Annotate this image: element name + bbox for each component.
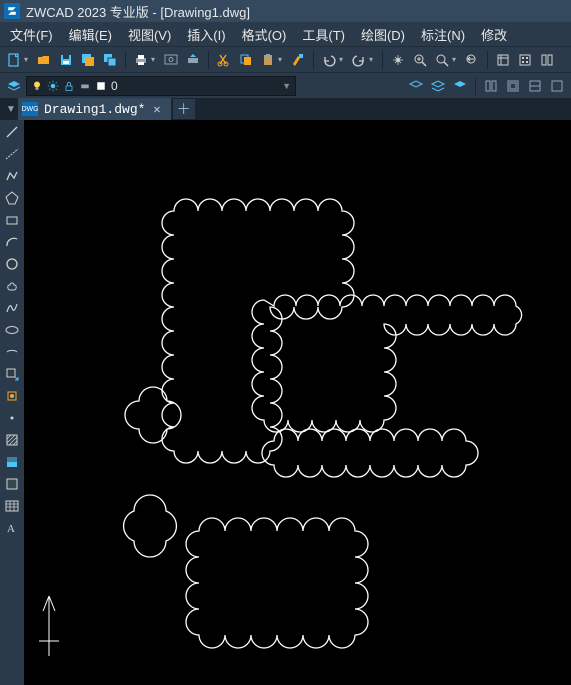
construction-line-icon[interactable] (2, 144, 22, 164)
new-icon[interactable] (4, 50, 24, 70)
app-logo (4, 3, 20, 19)
zoom-previous-icon[interactable] (462, 50, 482, 70)
menu-view[interactable]: 视图(V) (120, 22, 179, 47)
gradient-icon[interactable] (2, 452, 22, 472)
dwg-file-icon: DWG (22, 102, 38, 116)
cut-icon[interactable] (214, 50, 234, 70)
layer-manager-icon[interactable] (4, 76, 24, 96)
new-tab-button[interactable]: ＋ (173, 99, 195, 119)
menu-draw[interactable]: 绘图(D) (353, 22, 413, 47)
color-swatch-icon (95, 80, 107, 92)
tab-filename: Drawing1.dwg* (44, 102, 145, 117)
match-prop-icon[interactable] (288, 50, 308, 70)
menu-insert[interactable]: 插入(I) (179, 22, 233, 47)
paste-icon[interactable] (258, 50, 278, 70)
spline-icon[interactable] (2, 298, 22, 318)
pan-icon[interactable] (388, 50, 408, 70)
dropdown-icon[interactable]: ▾ (369, 55, 377, 64)
layer-combo[interactable]: 0 ▼ (26, 76, 296, 96)
zoom-window-icon[interactable] (432, 50, 452, 70)
menu-file[interactable]: 文件(F) (2, 22, 61, 47)
revcloud-icon[interactable] (2, 276, 22, 296)
circle-icon[interactable] (2, 254, 22, 274)
dropdown-icon[interactable]: ▾ (151, 55, 159, 64)
draw-toolbar: A (0, 120, 24, 685)
dropdown-icon[interactable]: ▾ (24, 55, 32, 64)
menu-modify[interactable]: 修改 (473, 22, 515, 47)
copy-icon[interactable] (236, 50, 256, 70)
open-icon[interactable] (34, 50, 54, 70)
svg-text:A: A (7, 523, 15, 535)
saveas-icon[interactable] (78, 50, 98, 70)
undo-icon[interactable] (319, 50, 339, 70)
layer-freeze-icon[interactable] (450, 76, 470, 96)
main-area: A (0, 120, 571, 685)
print-layer-icon (79, 80, 91, 92)
make-block-icon[interactable] (2, 386, 22, 406)
menu-format[interactable]: 格式(O) (234, 22, 295, 47)
menu-tools[interactable]: 工具(T) (294, 22, 353, 47)
document-tab[interactable]: DWG Drawing1.dwg* ✕ (18, 98, 171, 120)
dropdown-icon[interactable]: ▾ (278, 55, 286, 64)
polygon-icon[interactable] (2, 188, 22, 208)
ucs-icon (39, 596, 59, 656)
saveall-icon[interactable] (100, 50, 120, 70)
line-icon[interactable] (2, 122, 22, 142)
sun-icon (47, 80, 59, 92)
bulb-icon (31, 80, 43, 92)
dropdown-icon[interactable]: ▾ (339, 55, 347, 64)
arc-icon[interactable] (2, 232, 22, 252)
ellipse-icon[interactable] (2, 320, 22, 340)
layer-toolbar: 0 ▼ (0, 72, 571, 98)
save-icon[interactable] (56, 50, 76, 70)
drawing-canvas[interactable] (24, 120, 571, 685)
dropdown-icon[interactable]: ▾ (452, 55, 460, 64)
tool-palette-icon[interactable] (537, 50, 557, 70)
close-tab-icon[interactable]: ✕ (151, 102, 162, 117)
layer-off-icon[interactable] (428, 76, 448, 96)
design-center-icon[interactable] (515, 50, 535, 70)
window-title: ZWCAD 2023 专业版 - [Drawing1.dwg] (26, 2, 250, 21)
layer-name: 0 (111, 79, 118, 93)
chevron-down-icon: ▼ (282, 81, 291, 91)
layer-state-icon[interactable] (481, 76, 501, 96)
layer-walk-icon[interactable] (503, 76, 523, 96)
hatch-icon[interactable] (2, 430, 22, 450)
redo-icon[interactable] (349, 50, 369, 70)
point-icon[interactable] (2, 408, 22, 428)
tab-list-dropdown[interactable]: ▼ (4, 104, 18, 115)
polyline-icon[interactable] (2, 166, 22, 186)
plot-icon[interactable] (131, 50, 151, 70)
ellipse-arc-icon[interactable] (2, 342, 22, 362)
zoom-realtime-icon[interactable] (410, 50, 430, 70)
layer-more-icon[interactable] (547, 76, 567, 96)
title-bar: ZWCAD 2023 专业版 - [Drawing1.dwg] (0, 0, 571, 22)
table-icon[interactable] (2, 496, 22, 516)
insert-block-icon[interactable] (2, 364, 22, 384)
rectangle-icon[interactable] (2, 210, 22, 230)
lock-icon (63, 80, 75, 92)
document-tab-bar: ▼ DWG Drawing1.dwg* ✕ ＋ (0, 98, 571, 120)
layer-iso-icon[interactable] (406, 76, 426, 96)
properties-icon[interactable] (493, 50, 513, 70)
publish-icon[interactable] (183, 50, 203, 70)
region-icon[interactable] (2, 474, 22, 494)
menu-edit[interactable]: 编辑(E) (61, 22, 120, 47)
layer-prev-icon[interactable] (525, 76, 545, 96)
mtext-icon[interactable]: A (2, 518, 22, 538)
plot-preview-icon[interactable] (161, 50, 181, 70)
menu-dim[interactable]: 标注(N) (413, 22, 473, 47)
menu-bar: 文件(F) 编辑(E) 视图(V) 插入(I) 格式(O) 工具(T) 绘图(D… (0, 22, 571, 46)
drawing-content (24, 120, 571, 685)
standard-toolbar: ▾ ▾ ▾ ▾ ▾ ▾ (0, 46, 571, 72)
